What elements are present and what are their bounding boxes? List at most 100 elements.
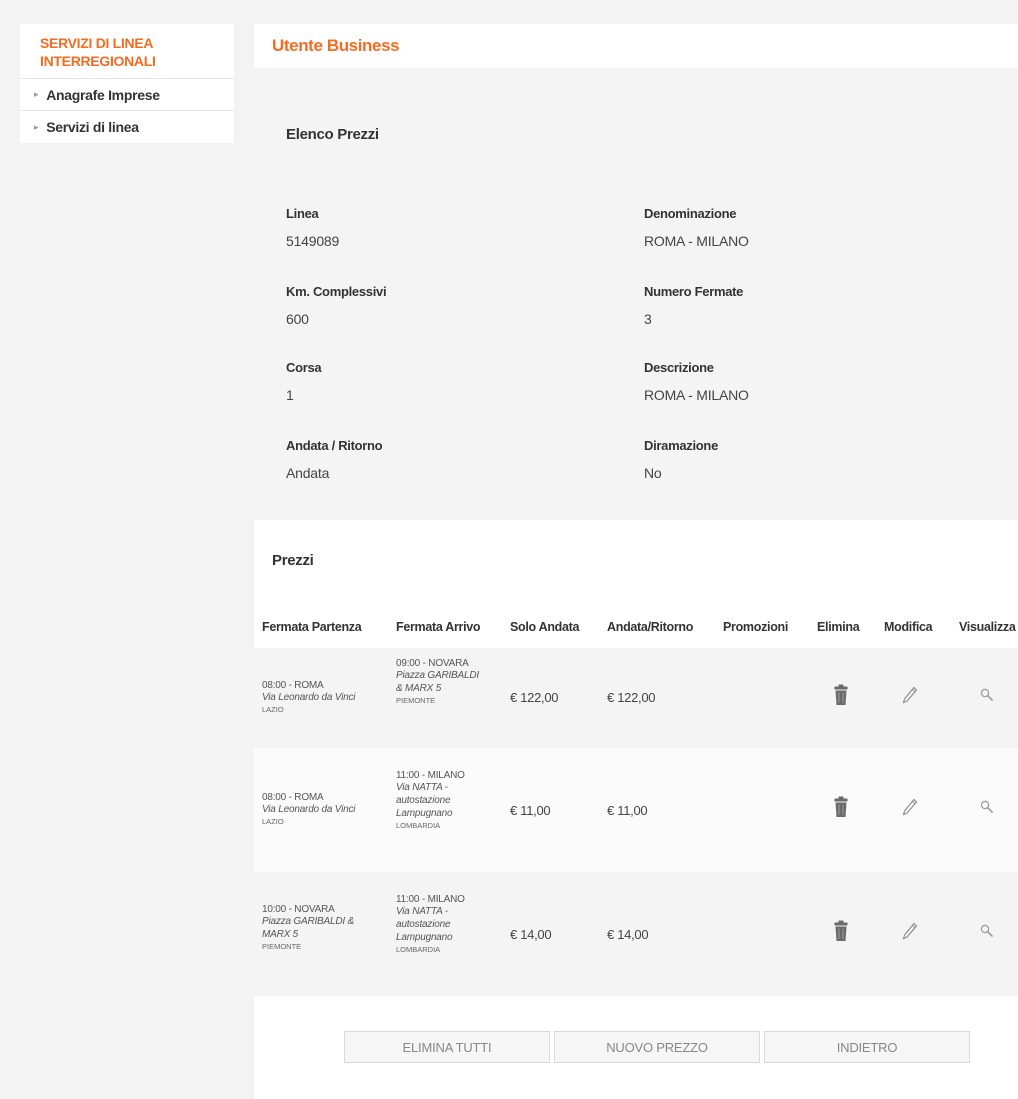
field-label: Km. Complessivi bbox=[286, 284, 387, 299]
cell-andata-ritorno: € 122,00 bbox=[607, 690, 656, 705]
magnifier-icon[interactable] bbox=[980, 800, 994, 819]
cell-andata-ritorno: € 14,00 bbox=[607, 927, 649, 942]
column-header-visualizza: Visualizza bbox=[959, 620, 1016, 634]
column-header-arrivo: Fermata Arrivo bbox=[396, 620, 481, 634]
field-label: Linea bbox=[286, 206, 319, 221]
stop-time: 11:00 - MILANO bbox=[396, 770, 465, 781]
stop-time: 10:00 - NOVARA bbox=[262, 904, 335, 915]
cell-partenza: 08:00 - ROMA Via Leonardo da Vinci LAZIO bbox=[262, 680, 392, 714]
stop-region: LAZIO bbox=[262, 817, 284, 826]
cell-solo-andata: € 14,00 bbox=[510, 927, 552, 942]
elimina-tutti-button[interactable]: ELIMINA TUTTI bbox=[344, 1031, 550, 1063]
stop-region: PIEMONTE bbox=[396, 696, 436, 705]
table-row: 10:00 - NOVARA Piazza GARIBALDI & MARX 5… bbox=[254, 872, 1018, 996]
field-corsa: Corsa 1 bbox=[286, 360, 322, 403]
stop-region: LAZIO bbox=[262, 705, 284, 714]
stop-address: Piazza GARIBALDI bbox=[396, 670, 479, 681]
stop-address: Lampugnano bbox=[396, 808, 453, 819]
cell-solo-andata: € 11,00 bbox=[510, 803, 551, 818]
section-title-elenco-prezzi: Elenco Prezzi bbox=[286, 126, 379, 143]
cell-andata-ritorno: € 11,00 bbox=[607, 803, 648, 818]
column-header-promozioni: Promozioni bbox=[723, 620, 789, 634]
field-value: 1 bbox=[286, 387, 294, 403]
sidebar-item-label: Servizi di linea bbox=[46, 119, 139, 135]
sidebar: SERVIZI DI LINEA INTERREGIONALI ▸ Anagra… bbox=[20, 24, 234, 143]
field-value: Andata bbox=[286, 465, 330, 481]
stop-address: Piazza GARIBALDI & bbox=[262, 916, 354, 927]
prezzi-table-header: Fermata Partenza Fermata Arrivo Solo And… bbox=[254, 606, 1018, 648]
magnifier-icon[interactable] bbox=[980, 688, 994, 707]
stop-address: Via NATTA - bbox=[396, 782, 448, 793]
info-panel: Elenco Prezzi Linea 5149089 Denominazion… bbox=[254, 68, 1018, 520]
cell-arrivo: 11:00 - MILANO Via NATTA - autostazione … bbox=[396, 894, 506, 954]
stop-address: autostazione bbox=[396, 919, 451, 930]
field-diramazione: Diramazione No bbox=[644, 438, 718, 481]
table-row: 08:00 - ROMA Via Leonardo da Vinci LAZIO… bbox=[254, 648, 1018, 748]
field-value: ROMA - MILANO bbox=[644, 233, 749, 249]
field-linea: Linea 5149089 bbox=[286, 206, 339, 249]
chevron-right-icon: ▸ bbox=[34, 121, 39, 132]
magnifier-icon[interactable] bbox=[980, 924, 994, 943]
stop-region: LOMBARDIA bbox=[396, 945, 441, 954]
stop-address: Via Leonardo da Vinci bbox=[262, 692, 356, 703]
stop-address: Lampugnano bbox=[396, 932, 453, 943]
column-header-partenza: Fermata Partenza bbox=[262, 620, 362, 634]
stop-address: autostazione bbox=[396, 795, 451, 806]
field-value: ROMA - MILANO bbox=[644, 387, 749, 403]
trash-icon[interactable] bbox=[834, 920, 848, 947]
sidebar-item-servizi-di-linea[interactable]: ▸ Servizi di linea bbox=[20, 111, 234, 143]
column-header-elimina: Elimina bbox=[817, 620, 860, 634]
cell-partenza: 08:00 - ROMA Via Leonardo da Vinci LAZIO bbox=[262, 792, 392, 826]
stop-time: 08:00 - ROMA bbox=[262, 792, 324, 803]
field-value: 3 bbox=[644, 311, 652, 327]
cell-arrivo: 11:00 - MILANO Via NATTA - autostazione … bbox=[396, 770, 506, 830]
column-header-modifica: Modifica bbox=[884, 620, 933, 634]
stop-address: MARX 5 bbox=[262, 929, 299, 940]
field-numero-fermate: Numero Fermate 3 bbox=[644, 284, 743, 327]
section-title-prezzi: Prezzi bbox=[272, 552, 314, 569]
field-label: Numero Fermate bbox=[644, 284, 744, 299]
stop-time: 11:00 - MILANO bbox=[396, 894, 465, 905]
pencil-icon[interactable] bbox=[902, 686, 918, 709]
stop-address: Via NATTA - bbox=[396, 906, 448, 917]
pencil-icon[interactable] bbox=[902, 798, 918, 821]
table-row: 08:00 - ROMA Via Leonardo da Vinci LAZIO… bbox=[254, 748, 1018, 872]
field-km-complessivi: Km. Complessivi 600 bbox=[286, 284, 387, 327]
sidebar-item-label: Anagrafe Imprese bbox=[46, 86, 160, 103]
stop-address: & MARX 5 bbox=[396, 683, 442, 694]
cell-solo-andata: € 122,00 bbox=[510, 690, 559, 705]
field-value: 600 bbox=[286, 311, 309, 327]
trash-icon[interactable] bbox=[834, 796, 848, 823]
trash-icon[interactable] bbox=[834, 684, 848, 711]
sidebar-title: SERVIZI DI LINEA INTERREGIONALI bbox=[20, 24, 234, 79]
field-descrizione: Descrizione ROMA - MILANO bbox=[644, 360, 749, 403]
sidebar-title-line2: INTERREGIONALI bbox=[40, 53, 156, 69]
column-header-solo-andata: Solo Andata bbox=[510, 620, 580, 634]
stop-time: 09:00 - NOVARA bbox=[396, 658, 469, 669]
field-value: No bbox=[644, 465, 662, 481]
stop-region: LOMBARDIA bbox=[396, 821, 441, 830]
sidebar-item-anagrafe-imprese[interactable]: ▸ Anagrafe Imprese bbox=[20, 79, 234, 111]
field-value: 5149089 bbox=[286, 233, 340, 249]
cell-arrivo: 09:00 - NOVARA Piazza GARIBALDI & MARX 5… bbox=[396, 658, 506, 705]
field-label: Corsa bbox=[286, 360, 322, 375]
main-panel: Utente Business Elenco Prezzi Linea 5149… bbox=[254, 24, 1018, 1099]
stop-time: 08:00 - ROMA bbox=[262, 680, 324, 691]
stop-region: PIEMONTE bbox=[262, 942, 302, 951]
field-denominazione: Denominazione ROMA - MILANO bbox=[644, 206, 749, 249]
pencil-icon[interactable] bbox=[902, 922, 918, 945]
field-label: Denominazione bbox=[644, 206, 737, 221]
field-label: Diramazione bbox=[644, 438, 719, 453]
page-title: Utente Business bbox=[272, 36, 400, 55]
cell-partenza: 10:00 - NOVARA Piazza GARIBALDI & MARX 5… bbox=[262, 904, 392, 951]
nuovo-prezzo-button[interactable]: NUOVO PREZZO bbox=[554, 1031, 760, 1063]
column-header-andata-ritorno: Andata/Ritorno bbox=[607, 620, 694, 634]
indietro-button[interactable]: INDIETRO bbox=[764, 1031, 970, 1063]
field-label: Andata / Ritorno bbox=[286, 438, 383, 453]
sidebar-title-line1: SERVIZI DI LINEA bbox=[40, 35, 154, 51]
stop-address: Via Leonardo da Vinci bbox=[262, 804, 356, 815]
field-label: Descrizione bbox=[644, 360, 714, 375]
main-header: Utente Business bbox=[254, 24, 1018, 68]
chevron-right-icon: ▸ bbox=[34, 89, 39, 99]
field-andata-ritorno: Andata / Ritorno Andata bbox=[286, 438, 383, 481]
